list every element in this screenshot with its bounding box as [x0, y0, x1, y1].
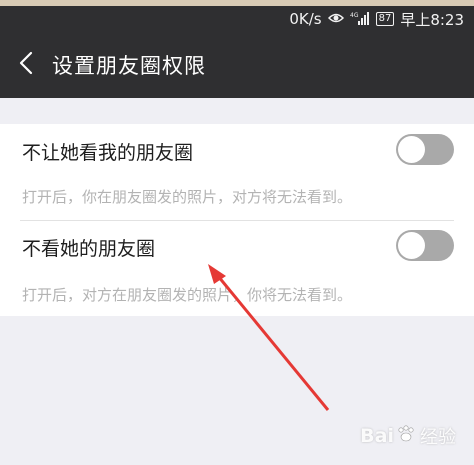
signal-icon: 4G	[350, 11, 370, 27]
toggle-switch[interactable]	[396, 134, 454, 165]
svg-text:4G: 4G	[350, 12, 359, 19]
setting-row-hide-her-moments[interactable]: 不看她的朋友圈	[0, 220, 474, 272]
setting-row-hide-my-moments[interactable]: 不让她看我的朋友圈	[0, 124, 474, 176]
toggle-knob	[398, 232, 425, 259]
setting-label: 不让她看我的朋友圈	[22, 142, 194, 164]
watermark-text-2: 经验	[420, 427, 456, 448]
status-bar: 0K/s 4G 87 早上8:23	[0, 6, 474, 32]
battery-level: 87	[378, 13, 392, 24]
watermark-text: Bai	[360, 425, 394, 447]
setting-description: 打开后，你在朋友圈发的照片，对方将无法看到。	[22, 188, 353, 206]
toggle-switch[interactable]	[396, 230, 454, 261]
clock: 早上8:23	[400, 10, 464, 29]
back-button[interactable]	[0, 32, 52, 98]
page-title: 设置朋友圈权限	[52, 54, 206, 78]
eye-icon	[327, 12, 344, 26]
network-speed: 0K/s	[289, 10, 322, 28]
privacy-settings-card: 不让她看我的朋友圈 打开后，你在朋友圈发的照片，对方将无法看到。 不看她的朋友圈…	[0, 124, 474, 316]
chevron-left-icon	[19, 51, 33, 79]
toggle-knob	[398, 136, 425, 163]
baidu-watermark: Bai 经验	[360, 423, 456, 449]
setting-description: 打开后，对方在朋友圈发的照片，你将无法看到。	[22, 286, 353, 304]
setting-label: 不看她的朋友圈	[22, 238, 156, 260]
paw-icon	[396, 424, 416, 449]
app-header: 设置朋友圈权限	[0, 32, 474, 98]
battery-icon: 87	[375, 12, 395, 26]
